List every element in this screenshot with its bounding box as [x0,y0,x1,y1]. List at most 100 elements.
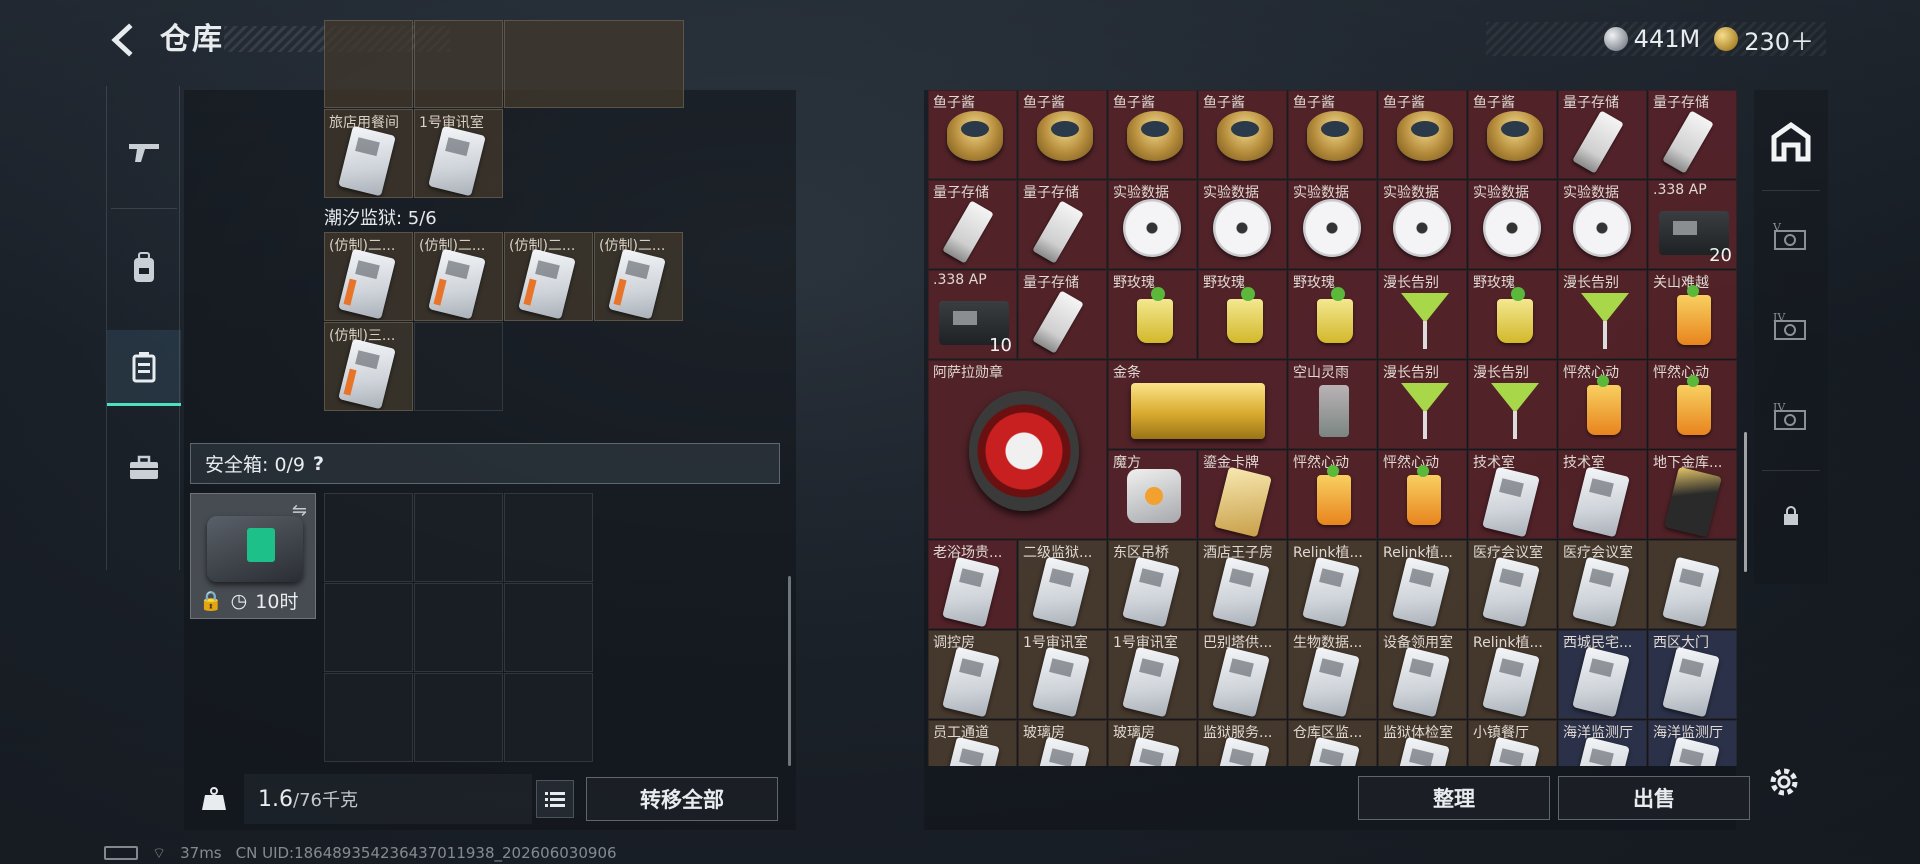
back-button[interactable] [104,20,144,60]
transfer-all-button[interactable]: 转移全部 [586,777,778,821]
inventory-item[interactable]: 漫长告别 [1378,360,1467,449]
storage-keycard[interactable]: (仿制)二... [324,232,413,321]
inventory-item[interactable]: 鱼子酱 [1198,90,1287,179]
inventory-item[interactable]: 东区吊桥 [1108,540,1197,629]
inventory-item[interactable]: 鱼子酱 [1018,90,1107,179]
inventory-item[interactable]: 监狱体检室 [1378,720,1467,766]
inventory-item[interactable]: 实验数据 [1378,180,1467,269]
inventory-item[interactable]: 量子存储 [1018,270,1107,359]
inventory-item[interactable]: 老浴场贵... [928,540,1017,629]
safebox-help-button[interactable]: ? [313,453,324,475]
inventory-item[interactable]: 实验数据 [1558,180,1647,269]
inventory-item[interactable] [1648,540,1737,629]
inventory-item[interactable]: 怦然心动 [1378,450,1467,539]
tab-warehouse-iv-1[interactable]: IV [1754,286,1828,366]
inventory-item[interactable]: 金条 [1108,360,1287,449]
inventory-item[interactable]: 1号审讯室 [1108,630,1197,719]
inventory-item[interactable]: 漫长告别 [1378,270,1467,359]
nav-container[interactable] [107,330,181,406]
inventory-item[interactable]: 量子存储 [1648,90,1737,179]
inventory-item[interactable]: 量子存储 [928,180,1017,269]
inventory-item[interactable]: 鱼子酱 [928,90,1017,179]
inventory-item[interactable]: 实验数据 [1288,180,1377,269]
inventory-item[interactable]: 野玫瑰 [1288,270,1377,359]
inventory-item[interactable]: 漫长告别 [1468,360,1557,449]
storage-keycard[interactable]: (仿制)二... [594,232,683,321]
inventory-item[interactable]: 鱼子酱 [1288,90,1377,179]
tab-locked[interactable] [1754,476,1828,556]
inventory-item[interactable]: 阿萨拉勋章 [928,360,1107,539]
inventory-item[interactable]: 小镇餐厅 [1468,720,1557,766]
tab-warehouse-v[interactable]: V [1754,196,1828,276]
storage-keycard[interactable]: 1号审讯室 [414,109,503,198]
inventory-item[interactable]: Relink植... [1378,540,1467,629]
inventory-item[interactable]: 设备领用室 [1378,630,1467,719]
storage-item-top[interactable] [324,20,413,108]
inventory-item[interactable]: 漫长告别 [1558,270,1647,359]
storage-scrollbar[interactable] [788,576,791,766]
inventory-item[interactable]: 实验数据 [1198,180,1287,269]
inventory-item[interactable]: 野玫瑰 [1198,270,1287,359]
storage-item-top[interactable] [504,20,684,108]
inventory-item[interactable]: 鎏金卡牌 [1198,450,1287,539]
inventory-item[interactable]: 玻璃房 [1108,720,1197,766]
currency-gold[interactable]: 230＋ [1714,22,1814,57]
safebox-item[interactable]: ⇋ 🔒 ◷ 10时 [190,493,316,619]
inventory-item[interactable]: 技术室 [1468,450,1557,539]
inventory-item[interactable]: 巴别塔供... [1198,630,1287,719]
inventory-item[interactable]: 量子存储 [1018,180,1107,269]
inventory-item[interactable]: 二级监狱... [1018,540,1107,629]
inventory-item[interactable]: 怦然心动 [1288,450,1377,539]
nav-backpack[interactable] [107,230,181,306]
inventory-item[interactable]: 怦然心动 [1558,360,1647,449]
inventory-item[interactable]: 员工通道 [928,720,1017,766]
inventory-item[interactable]: 调控房 [928,630,1017,719]
inventory-item[interactable]: Relink植... [1288,540,1377,629]
inventory-item[interactable]: 西区大门 [1648,630,1737,719]
inventory-item[interactable]: 鱼子酱 [1108,90,1197,179]
inventory-item[interactable]: 海洋监测厅 [1648,720,1737,766]
inventory-item[interactable]: 1号审讯室 [1018,630,1107,719]
inventory-item[interactable]: 空山灵雨 [1288,360,1377,449]
list-view-button[interactable] [536,780,574,818]
inventory-item[interactable]: 生物数据... [1288,630,1377,719]
inventory-item[interactable]: .338 AP 20 [1648,180,1737,269]
storage-keycard[interactable]: (仿制)三... [324,322,413,411]
inventory-item[interactable]: 酒店王子房 [1198,540,1287,629]
inventory-item[interactable]: 鱼子酱 [1468,90,1557,179]
inventory-item[interactable]: 医疗会议室 [1468,540,1557,629]
settings-button[interactable] [1762,760,1806,804]
inventory-item[interactable]: 仓库区监... [1288,720,1377,766]
inventory-item[interactable]: 实验数据 [1108,180,1197,269]
nav-toolbox[interactable] [107,430,181,506]
sell-button[interactable]: 出售 [1558,776,1750,820]
inventory-item[interactable]: 玻璃房 [1018,720,1107,766]
inventory-item[interactable]: 怦然心动 [1648,360,1737,449]
inventory-item[interactable]: 野玫瑰 [1108,270,1197,359]
inventory-item[interactable]: 魔方 [1108,450,1197,539]
storage-keycard[interactable]: 旅店用餐间 [324,109,413,198]
nav-weapons[interactable] [107,114,181,190]
inventory-item[interactable]: 海洋监测厅 [1558,720,1647,766]
inventory-item[interactable]: 技术室 [1558,450,1647,539]
inventory-item[interactable]: 关山难越 [1648,270,1737,359]
storage-keycard[interactable]: (仿制)二... [414,232,503,321]
currency-silver[interactable]: 441M [1603,25,1700,53]
sort-button[interactable]: 整理 [1358,776,1550,820]
inventory-item[interactable]: 西城民宅... [1558,630,1647,719]
storage-keycard[interactable]: (仿制)二... [504,232,593,321]
inventory-item[interactable]: 监狱服务... [1198,720,1287,766]
inventory-item[interactable]: 地下金库... [1648,450,1737,539]
tab-warehouse-iv-2[interactable]: IV [1754,376,1828,456]
inventory-item[interactable]: 医疗会议室 [1558,540,1647,629]
storage-item-top[interactable] [414,20,503,108]
inventory-item[interactable]: 野玫瑰 [1468,270,1557,359]
inventory-scrollbar[interactable] [1744,432,1747,572]
inventory-item[interactable]: .338 AP 10 [928,270,1017,359]
tab-warehouse-main[interactable] [1754,102,1828,182]
inventory-item[interactable]: 实验数据 [1468,180,1557,269]
inventory-item[interactable]: Relink植... [1468,630,1557,719]
inventory-item[interactable]: 量子存储 [1558,90,1647,179]
inventory-item[interactable]: 鱼子酱 [1378,90,1467,179]
swap-icon[interactable]: ⇋ [292,500,307,521]
